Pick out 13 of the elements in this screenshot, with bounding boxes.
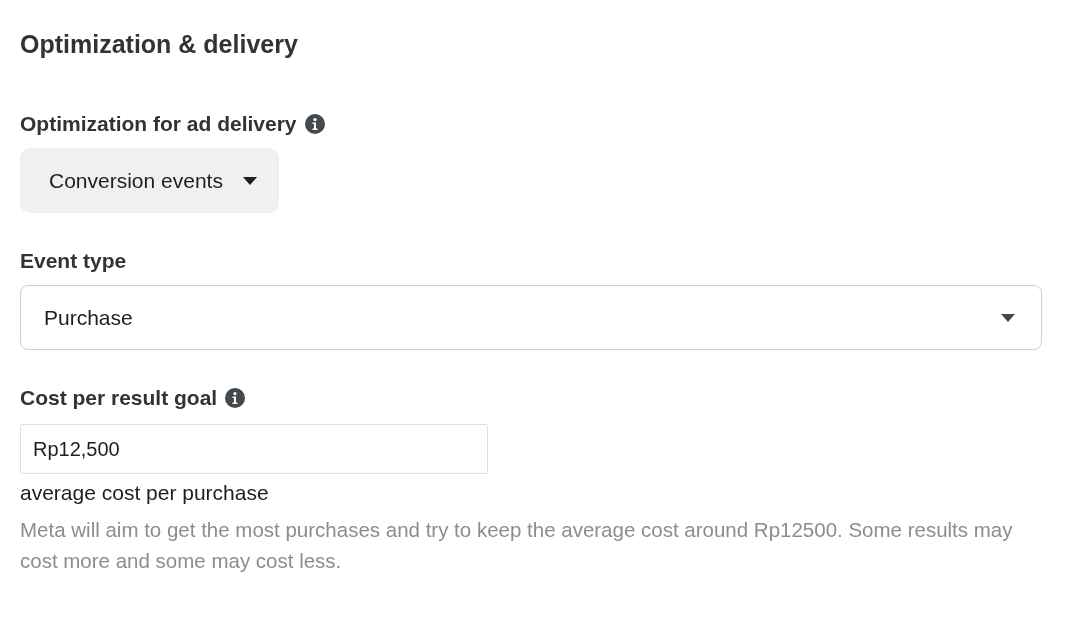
unit-text: average cost per purchase	[20, 480, 270, 506]
info-icon[interactable]	[225, 388, 246, 408]
field-label: Event type	[20, 248, 127, 274]
event-type-dropdown[interactable]: Purchase	[20, 285, 1042, 350]
section-title: Optimization & delivery	[20, 29, 299, 60]
field-label: Cost per result goal	[20, 385, 218, 411]
field-label: Optimization for ad delivery	[20, 111, 297, 137]
optimization-dropdown[interactable]: Conversion events	[20, 148, 279, 213]
caret-icon	[242, 176, 257, 185]
cost-input-field[interactable]: Rp12,500	[20, 424, 488, 474]
info-icon[interactable]	[304, 114, 325, 134]
caret-icon	[1001, 313, 1015, 322]
help-text: Meta will aim to get the most purchases and try to keep the average cost around Rp12500. Some results may cost more and some may cost less.	[20, 517, 1014, 574]
